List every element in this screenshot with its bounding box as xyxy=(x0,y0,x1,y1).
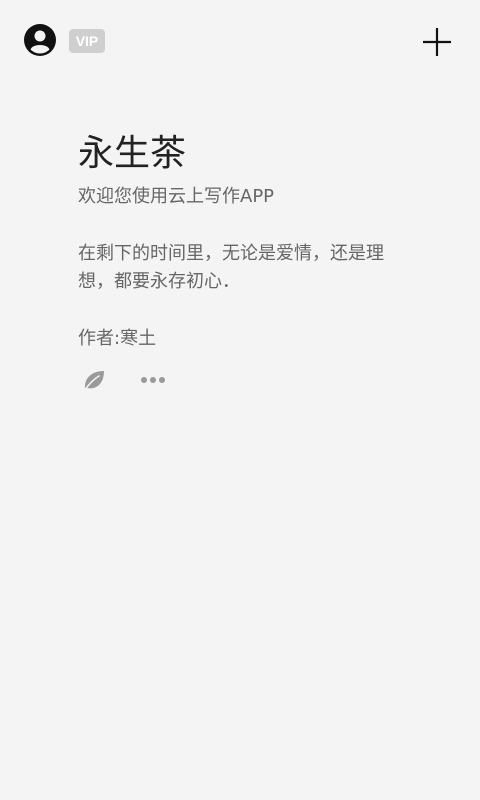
article-quote: 在剩下的时间里，无论是爱情，还是理想，都要永存初心． xyxy=(78,243,384,292)
more-dots-icon xyxy=(141,377,165,383)
leaf-button[interactable] xyxy=(80,366,108,394)
more-button[interactable] xyxy=(140,372,166,388)
vip-badge[interactable]: VIP xyxy=(69,29,105,53)
article-author: 作者:寒土 xyxy=(78,328,157,349)
top-bar: VIP xyxy=(0,0,480,80)
article-title: 永生茶 xyxy=(78,133,187,174)
plus-icon xyxy=(423,28,451,56)
account-circle-icon xyxy=(24,24,56,56)
account-button[interactable] xyxy=(24,24,56,56)
card-actions xyxy=(80,366,180,394)
add-button[interactable] xyxy=(420,25,454,59)
leaf-icon xyxy=(83,371,104,392)
welcome-subtitle: 欢迎您使用云上写作APP xyxy=(78,186,275,207)
article-card: 永生茶 欢迎您使用云上写作APP 在剩下的时间里，无论是爱情，还是理想，都要永存… xyxy=(78,128,438,352)
